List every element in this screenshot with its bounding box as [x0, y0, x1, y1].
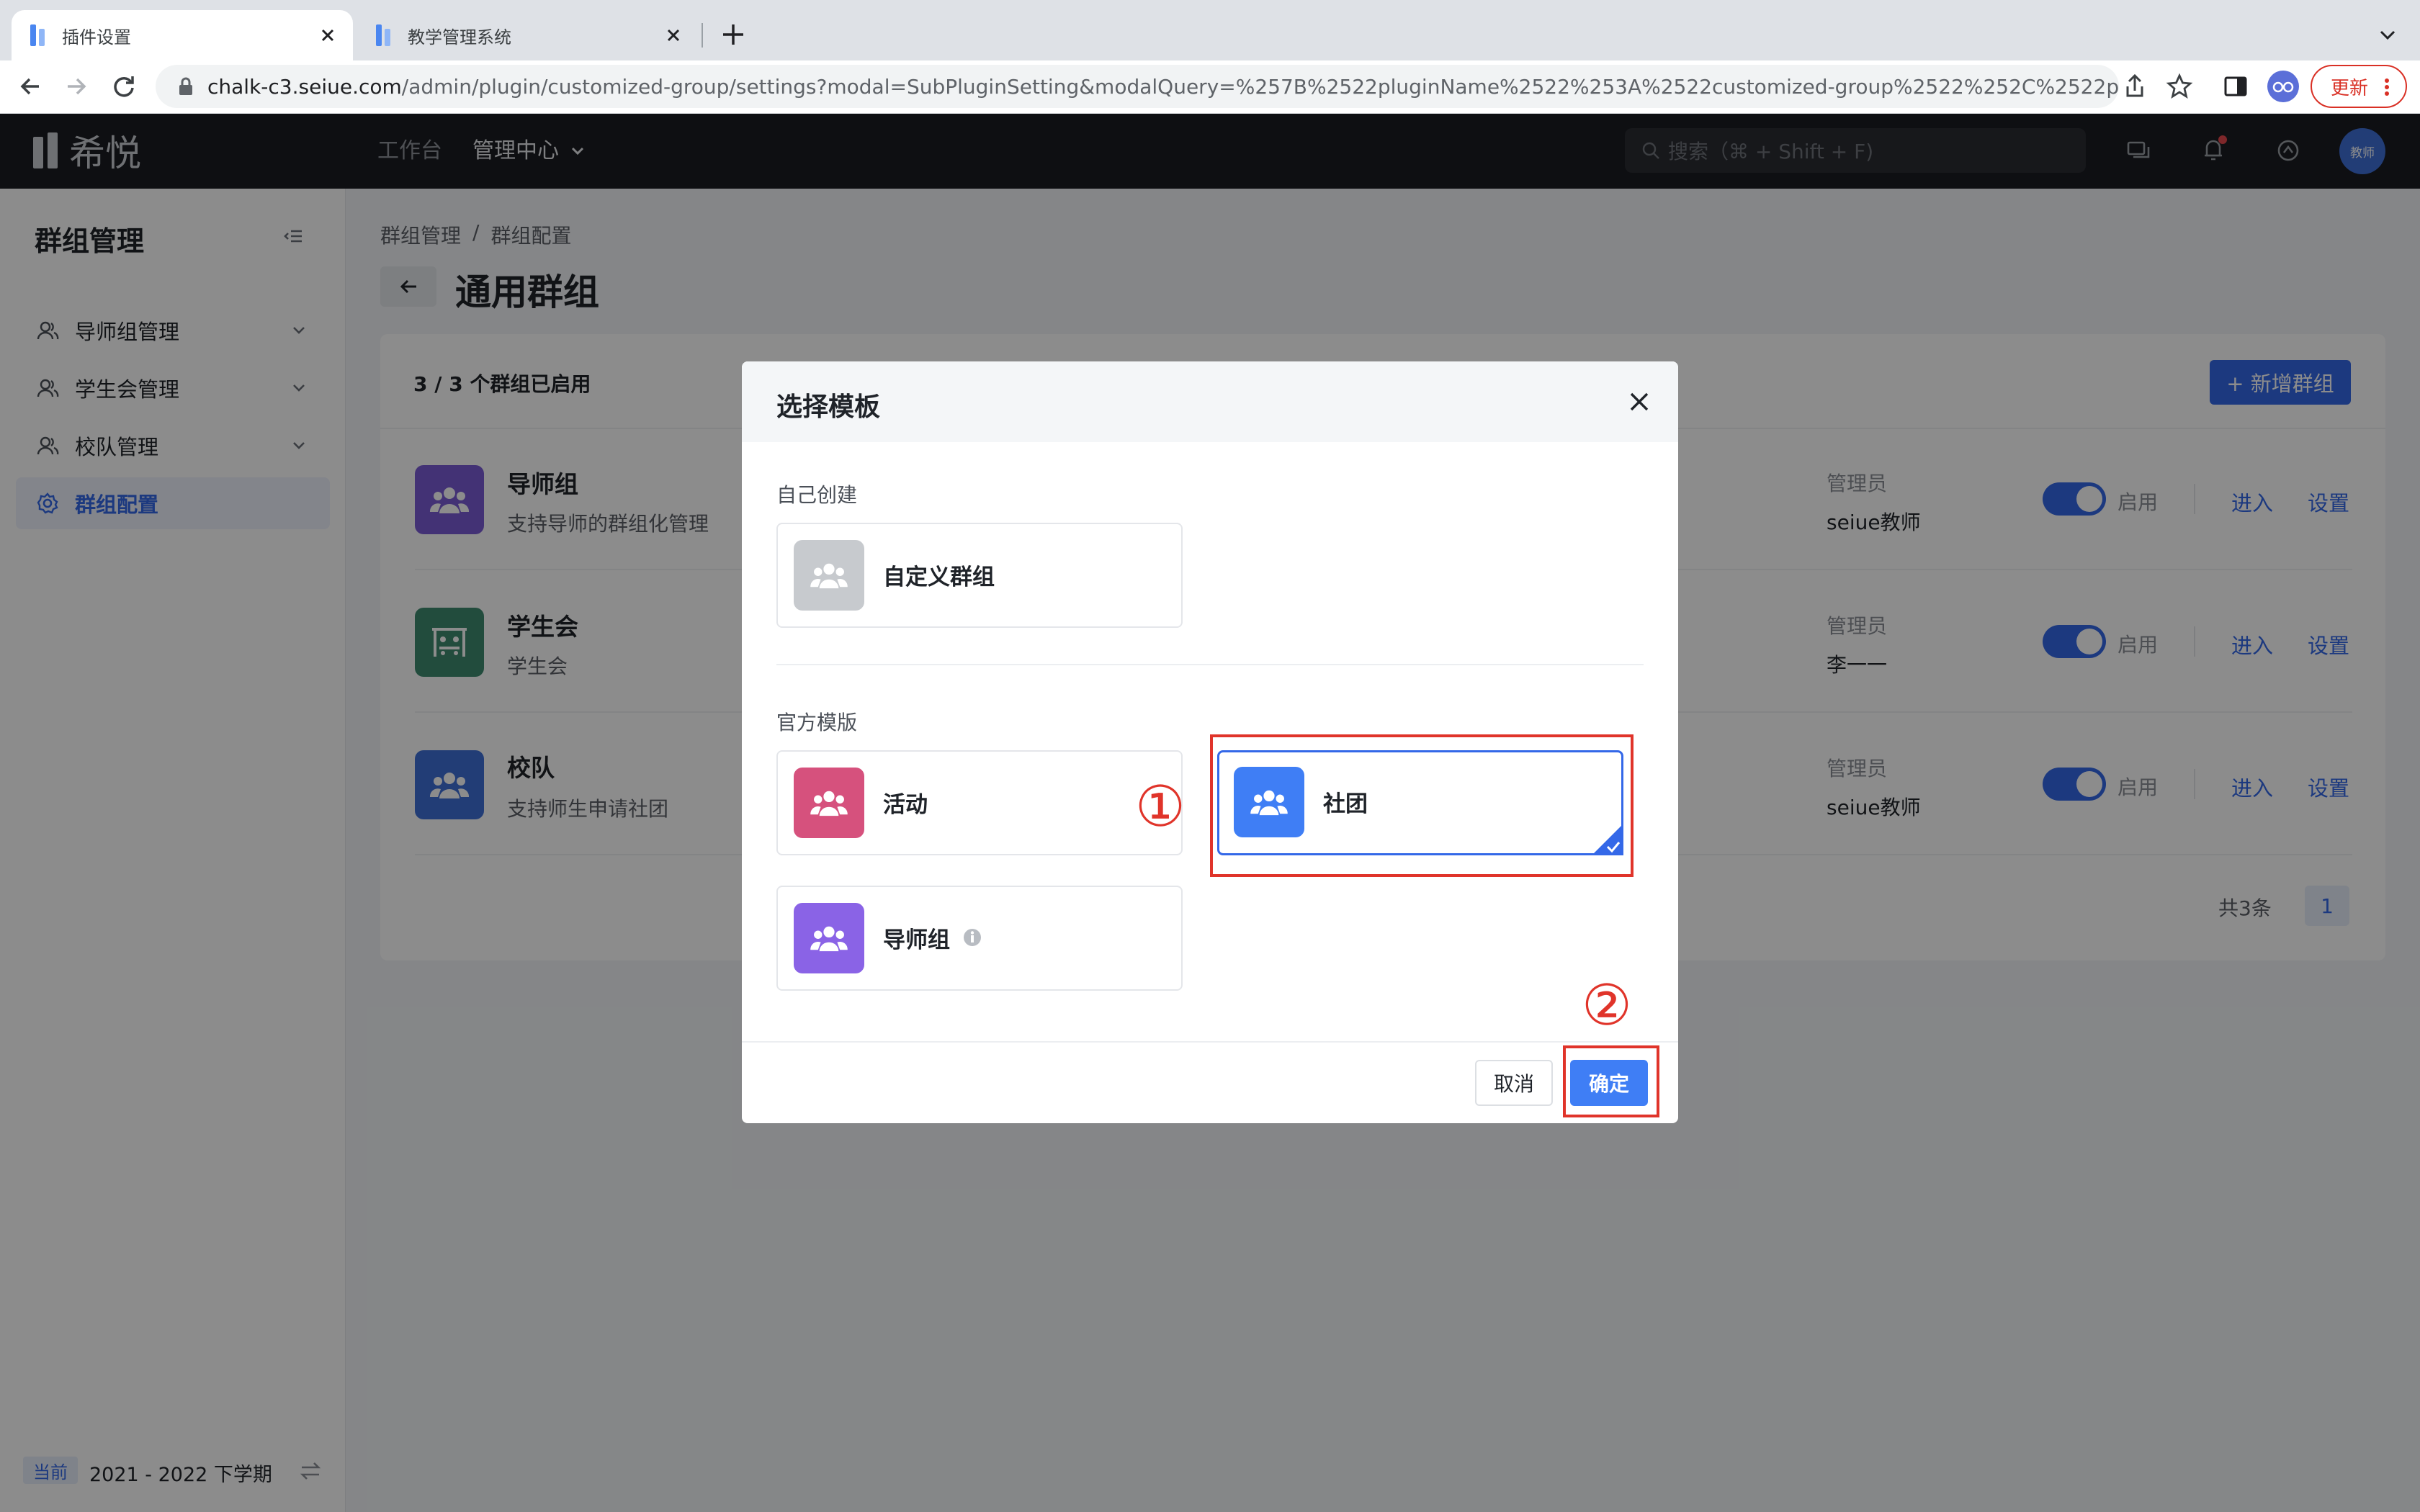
back-icon[interactable]: [14, 71, 46, 102]
glasses-icon: [2272, 81, 2294, 93]
template-card-activity[interactable]: 活动: [776, 750, 1183, 855]
forward-icon[interactable]: [60, 71, 92, 102]
template-icon: [794, 768, 864, 838]
team-icon: [810, 791, 848, 816]
browser-tab-teaching-system[interactable]: 教学管理系统: [357, 10, 699, 60]
update-label: 更新: [2331, 77, 2369, 99]
reload-icon[interactable]: [108, 71, 140, 102]
tab-divider: [702, 23, 703, 48]
more-vert-icon: [2385, 78, 2389, 96]
modal-title: 选择模板: [776, 392, 881, 422]
address-bar[interactable]: chalk-c3.seiue.com/admin/plugin/customiz…: [156, 65, 2119, 108]
close-icon[interactable]: [317, 24, 339, 46]
template-label: 自定义群组: [883, 564, 995, 590]
tab-title: 教学管理系统: [408, 27, 511, 48]
lock-icon: [179, 77, 192, 95]
bookmark-star-icon[interactable]: [2165, 72, 2194, 101]
app-favicon-icon: [376, 24, 392, 46]
url-path: /admin/plugin/customized-group/settings?…: [401, 74, 2119, 99]
modal-footer-divider: [742, 1041, 1678, 1043]
app-favicon-icon: [30, 24, 46, 46]
share-icon[interactable]: [2120, 72, 2149, 101]
modal-header: [742, 361, 1678, 442]
side-panel-icon[interactable]: [2221, 72, 2250, 101]
browser-update-button[interactable]: 更新: [2311, 65, 2407, 108]
template-icon: [794, 540, 864, 611]
template-card-mentor-group[interactable]: 导师组: [776, 886, 1183, 991]
info-icon[interactable]: [962, 927, 982, 948]
tab-search-chevron-icon[interactable]: [2375, 23, 2400, 48]
template-card-custom-group[interactable]: 自定义群组: [776, 523, 1183, 628]
annotation-step-1: ①: [1135, 775, 1186, 840]
template-label: 活动: [883, 792, 928, 818]
annotation-box-confirm: [1563, 1045, 1659, 1117]
section-label-custom: 自己创建: [776, 483, 858, 507]
close-icon[interactable]: [1625, 387, 1654, 416]
close-icon[interactable]: [663, 24, 684, 46]
profile-avatar[interactable]: [2267, 71, 2299, 102]
team-icon: [810, 563, 848, 589]
divider: [776, 664, 1644, 665]
team-icon: [810, 926, 848, 952]
section-label-official: 官方模版: [776, 711, 858, 734]
url-host: chalk-c3.seiue.com: [207, 74, 402, 99]
cancel-button[interactable]: 取消: [1475, 1060, 1553, 1106]
annotation-step-2: ②: [1582, 973, 1632, 1038]
tab-title: 插件设置: [62, 27, 131, 48]
new-tab-icon[interactable]: [719, 20, 748, 49]
annotation-box-club-template: [1210, 734, 1634, 877]
browser-tab-plugin-settings[interactable]: 插件设置: [12, 10, 353, 60]
template-label: 导师组: [883, 927, 950, 953]
template-icon: [794, 903, 864, 973]
